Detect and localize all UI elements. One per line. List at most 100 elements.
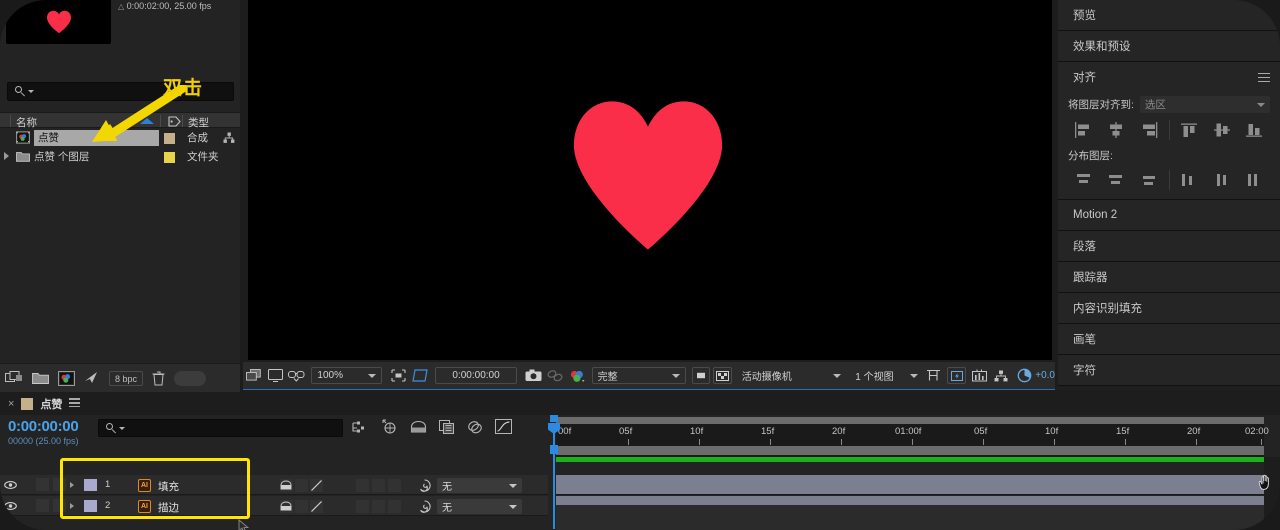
layer-shy-switch[interactable] xyxy=(280,479,293,492)
project-item-swatch[interactable] xyxy=(164,152,175,163)
distribute-left-button[interactable] xyxy=(1173,169,1205,191)
3d-glasses-icon[interactable] xyxy=(286,366,307,386)
layer-motion-blur-switch[interactable] xyxy=(372,500,385,513)
layer-disclosure-icon[interactable] xyxy=(70,482,74,488)
sidebar-panel-motion2[interactable]: Motion 2 xyxy=(1058,200,1280,231)
align-vertical-center-button[interactable] xyxy=(1206,119,1238,141)
panel-menu-icon[interactable] xyxy=(69,398,81,409)
layer-frame-blend-switch[interactable] xyxy=(356,479,369,492)
align-horizontal-center-button[interactable] xyxy=(1101,119,1133,141)
show-snapshot-icon[interactable] xyxy=(545,366,566,386)
new-folder-icon[interactable] xyxy=(32,371,49,385)
toggle-mask-paths-icon[interactable] xyxy=(691,367,711,384)
timeline-empty-track-area[interactable] xyxy=(556,505,1264,530)
layer-quality-switch[interactable] xyxy=(310,500,323,513)
layer-color-swatch[interactable] xyxy=(84,479,97,491)
close-tab-icon[interactable]: × xyxy=(8,398,14,410)
distribute-horizontal-center-button[interactable] xyxy=(1206,169,1238,191)
layer-collapse-switch[interactable] xyxy=(295,479,308,492)
show-channel-icon[interactable] xyxy=(566,366,587,386)
sidebar-panel-preview[interactable]: 预览 xyxy=(1058,0,1280,31)
align-to-select[interactable]: 选区 xyxy=(1139,96,1270,113)
sidebar-panel-title[interactable]: Motion 2 xyxy=(1058,200,1280,230)
project-item-name[interactable]: 点赞 个图层 xyxy=(34,149,89,165)
panel-menu-icon[interactable] xyxy=(1258,73,1270,85)
layer-collapse-switch[interactable] xyxy=(295,500,308,513)
toggle-transparency-grid-icon[interactable] xyxy=(713,367,732,384)
disclosure-triangle-icon[interactable] xyxy=(4,152,9,160)
layer-duration-bar[interactable] xyxy=(556,475,1264,495)
align-top-button[interactable] xyxy=(1173,119,1205,141)
fast-previews-icon[interactable] xyxy=(947,367,966,384)
pixel-aspect-correction-icon[interactable] xyxy=(923,366,944,386)
sidebar-panel-title[interactable]: 内容识别填充 xyxy=(1058,293,1280,323)
distribute-top-button[interactable] xyxy=(1068,169,1100,191)
exposure-value[interactable]: +0.0 xyxy=(1035,370,1055,381)
project-panel-resize-handle[interactable] xyxy=(174,370,207,386)
sidebar-panel-title[interactable]: 跟踪器 xyxy=(1058,262,1280,292)
timeline-tab-label[interactable]: 点赞 xyxy=(40,396,62,412)
timeline-layer-row[interactable]: 1 AI 填充 无 xyxy=(0,475,548,495)
layer-parent-select[interactable]: 无 xyxy=(437,499,522,514)
sidebar-panel-title[interactable]: 画笔 xyxy=(1058,324,1280,354)
distribute-vertical-center-button[interactable] xyxy=(1101,169,1133,191)
layer-visibility-toggle[interactable] xyxy=(4,501,17,514)
sidebar-panel-paragraph[interactable]: 段落 xyxy=(1058,231,1280,262)
layer-quality-switch[interactable] xyxy=(310,479,323,492)
sidebar-panel-title[interactable]: 对齐 xyxy=(1058,62,1280,92)
parent-pickwhip-icon[interactable] xyxy=(418,500,431,516)
zoom-level-select[interactable]: 100% xyxy=(311,367,382,384)
always-preview-icon[interactable] xyxy=(243,366,264,386)
new-composition-icon[interactable] xyxy=(58,370,75,386)
layer-parent-select[interactable]: 无 xyxy=(437,478,522,493)
timeline-current-timecode[interactable]: 0:00:00:00 xyxy=(8,418,79,435)
layer-name[interactable]: 填充 xyxy=(158,479,179,494)
sidebar-panel-title[interactable]: 效果和预设 xyxy=(1058,31,1280,61)
comp-flowchart-icon[interactable] xyxy=(990,366,1011,386)
sidebar-panel-effects-presets[interactable]: 效果和预设 xyxy=(1058,31,1280,62)
align-left-button[interactable] xyxy=(1068,119,1100,141)
sidebar-panel-title[interactable]: 预览 xyxy=(1058,0,1280,30)
layer-name[interactable]: 描边 xyxy=(158,500,179,515)
sidebar-panel-title[interactable]: 字符 xyxy=(1058,355,1280,385)
layer-3d-switch[interactable] xyxy=(388,479,401,492)
camera-select[interactable]: 活动摄像机 xyxy=(736,367,847,384)
bit-depth-button[interactable]: 8 bpc xyxy=(109,370,144,386)
timeline-ruler[interactable]: 00f 05f 10f 15f 20f 01:00f 05f 10f 15f 2… xyxy=(556,417,1269,459)
work-area-bar-bottom[interactable] xyxy=(556,446,1264,455)
draft-3d-icon[interactable] xyxy=(380,419,398,439)
timeline-graph-icon[interactable] xyxy=(969,366,990,386)
column-header-type[interactable]: 类型 xyxy=(188,115,209,130)
hierarchy-link-icon[interactable] xyxy=(223,132,235,144)
composition-mini-flowchart-icon[interactable] xyxy=(352,420,368,439)
heart-artwork[interactable] xyxy=(570,98,726,253)
sidebar-panel-paint[interactable]: 画笔 xyxy=(1058,324,1280,355)
sidebar-panel-character[interactable]: 字符 xyxy=(1058,355,1280,386)
layer-lock-toggle[interactable] xyxy=(53,499,66,512)
layer-motion-blur-switch[interactable] xyxy=(372,479,385,492)
layer-visibility-toggle[interactable] xyxy=(4,480,17,493)
work-area-bar-top[interactable] xyxy=(556,417,1264,424)
sidebar-panel-tracker[interactable]: 跟踪器 xyxy=(1058,262,1280,293)
hide-shy-layers-icon[interactable] xyxy=(410,420,427,439)
distribute-right-button[interactable] xyxy=(1238,169,1270,191)
column-header-name[interactable]: 名称 xyxy=(16,115,37,130)
timeline-search-input[interactable] xyxy=(98,419,343,437)
timeline-track-area[interactable] xyxy=(556,457,1264,530)
current-time-indicator[interactable] xyxy=(548,415,560,529)
transparency-grid-icon[interactable] xyxy=(409,366,430,386)
composition-viewer[interactable] xyxy=(248,0,1052,360)
region-of-interest-icon[interactable] xyxy=(388,366,409,386)
layer-3d-switch[interactable] xyxy=(388,500,401,513)
layer-color-swatch[interactable] xyxy=(84,500,97,512)
timeline-layer-row[interactable]: 2 AI 描边 无 xyxy=(0,496,548,516)
layer-lock-toggle[interactable] xyxy=(53,478,66,491)
align-right-button[interactable] xyxy=(1133,119,1165,141)
project-item-row[interactable]: 点赞 个图层 文件夹 xyxy=(0,148,240,166)
main-viewer-icon[interactable] xyxy=(264,366,285,386)
parent-pickwhip-icon[interactable] xyxy=(418,479,431,495)
graph-editor-icon[interactable] xyxy=(495,419,512,439)
exposure-icon[interactable] xyxy=(1014,366,1035,386)
adjust-exposure-icon[interactable] xyxy=(84,371,100,385)
layer-shy-switch[interactable] xyxy=(280,500,293,513)
